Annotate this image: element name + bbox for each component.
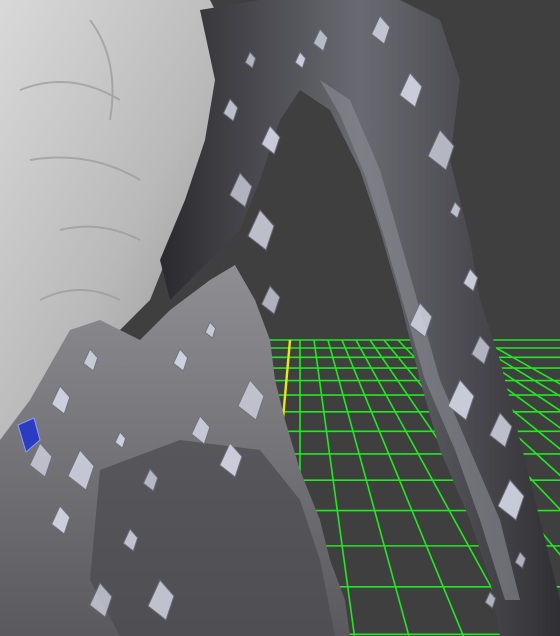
crystal-shard bbox=[247, 209, 275, 251]
sculpt-model[interactable] bbox=[0, 0, 560, 636]
3d-viewport[interactable] bbox=[0, 0, 560, 636]
viewport-canvas[interactable] bbox=[0, 0, 560, 636]
crystal-shard bbox=[260, 285, 281, 315]
